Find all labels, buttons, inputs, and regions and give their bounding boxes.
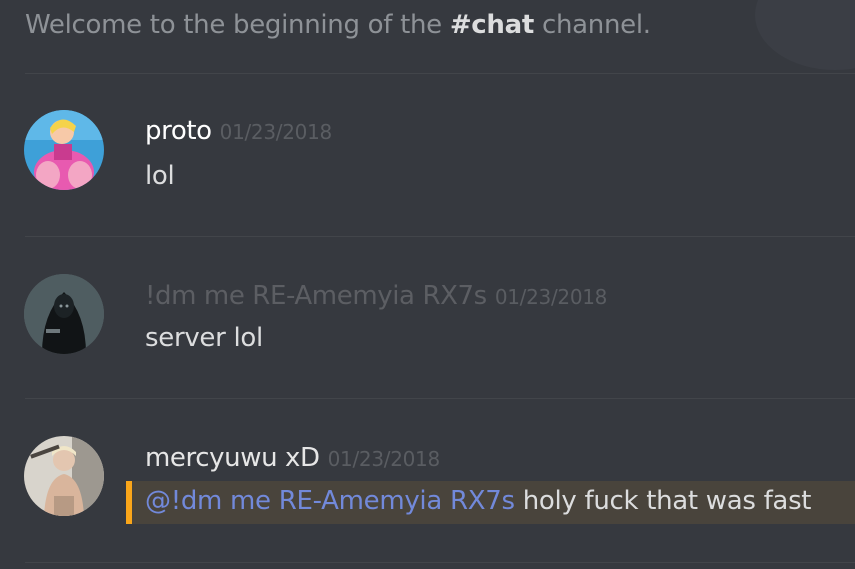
message-divider — [25, 562, 855, 563]
message-timestamp: 01/23/2018 — [494, 285, 608, 309]
message-header: mercyuwu xD 01/23/2018 — [145, 443, 440, 473]
author-name[interactable]: !dm me RE-Amemyia RX7s — [145, 281, 487, 311]
welcome-suffix: channel. — [534, 10, 651, 40]
message-divider — [25, 236, 855, 237]
message-timestamp: 01/23/2018 — [219, 120, 333, 144]
message-divider — [25, 398, 855, 399]
chat-viewport: Welcome to the beginning of the #chat ch… — [0, 0, 855, 569]
avatar[interactable] — [24, 274, 104, 354]
avatar[interactable] — [24, 436, 104, 516]
channel-welcome-message: Welcome to the beginning of the #chat ch… — [25, 10, 651, 40]
message-text: holy fuck that was fast — [514, 486, 812, 516]
avatar-image — [24, 110, 104, 190]
author-name[interactable]: proto — [145, 116, 212, 146]
decorative-shape — [755, 0, 855, 70]
welcome-prefix: Welcome to the beginning of the — [25, 10, 450, 40]
message-timestamp: 01/23/2018 — [327, 447, 441, 471]
user-mention[interactable]: @!dm me RE-Amemyia RX7s — [145, 486, 515, 516]
message-divider — [25, 73, 855, 74]
message-content: server lol — [145, 323, 263, 353]
avatar-image — [24, 436, 104, 516]
message-content: lol — [145, 161, 175, 191]
author-name[interactable]: mercyuwu xD — [145, 443, 320, 473]
avatar-image — [24, 274, 104, 354]
message-header: !dm me RE-Amemyia RX7s 01/23/2018 — [145, 281, 607, 311]
avatar[interactable] — [24, 110, 104, 190]
message-header: proto 01/23/2018 — [145, 116, 332, 146]
channel-name[interactable]: #chat — [450, 10, 534, 40]
message-content: @!dm me RE-Amemyia RX7s holy fuck that w… — [145, 486, 812, 516]
